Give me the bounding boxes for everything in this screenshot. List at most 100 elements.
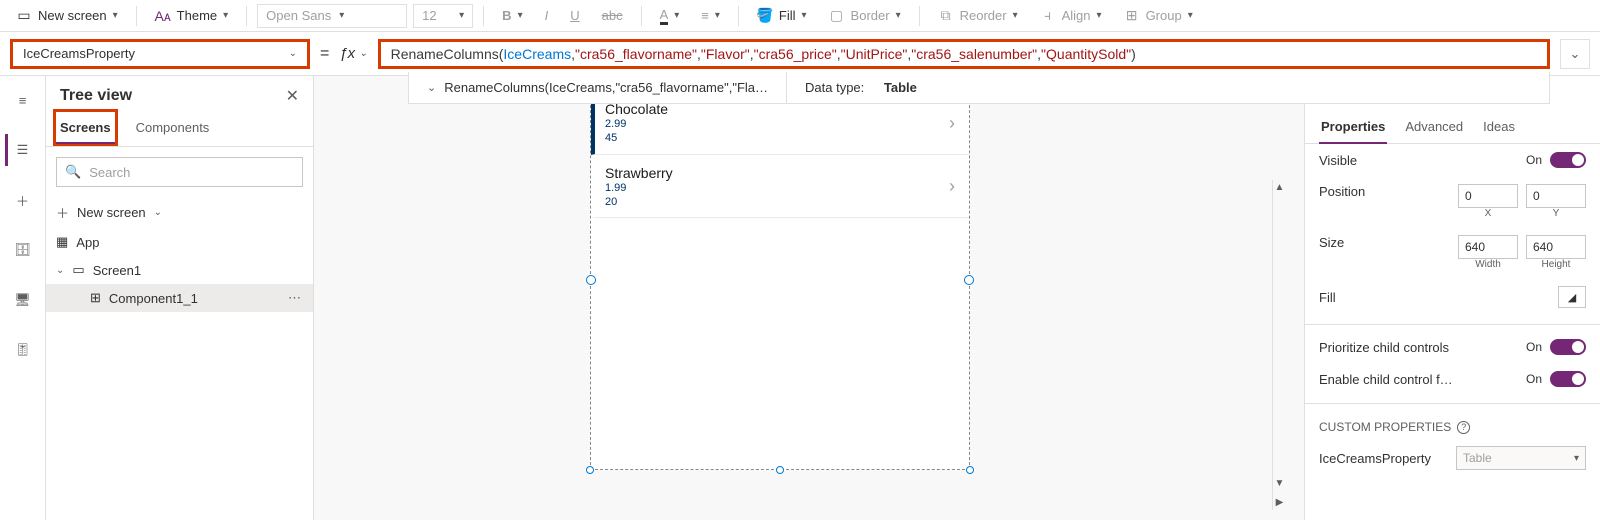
tab-screens[interactable]: Screens [56, 112, 115, 143]
separator [641, 6, 642, 26]
formula-bar: IceCreamsProperty ⌄ = ƒx⌄ RenameColumns(… [0, 32, 1600, 76]
new-screen-label: New screen [77, 205, 146, 220]
scroll-right-icon[interactable]: ▶ [1276, 495, 1284, 510]
sliders-icon: 🎚 [14, 342, 31, 358]
tree-item-component[interactable]: ⊞ Component1_1 ⋯ [46, 284, 313, 312]
datatype-label: Data type: [805, 80, 864, 95]
scroll-up-icon[interactable]: ▲ [1275, 180, 1285, 195]
prioritize-toggle[interactable] [1550, 339, 1586, 355]
chevron-down-icon: ▾ [802, 10, 807, 21]
tab-components[interactable]: Components [132, 112, 214, 146]
data-rail-button[interactable]: 🗄 [7, 234, 39, 266]
tree-tabs: Screens Components [46, 112, 313, 147]
visible-toggle[interactable] [1550, 152, 1586, 168]
fx-source: IceCreams [503, 46, 571, 62]
prop-size: Size 640 640 Width Height [1305, 227, 1600, 278]
new-screen-button[interactable]: ▭ New screen ▾ [8, 4, 126, 28]
tree-view-rail-button[interactable]: ☰ [5, 134, 37, 166]
theme-button[interactable]: Aᴀ Theme ▾ [147, 4, 237, 28]
search-placeholder: Search [89, 165, 130, 180]
new-screen-tree-button[interactable]: ＋ New screen ⌄ [46, 197, 313, 228]
new-screen-label: New screen [38, 8, 107, 23]
separator [919, 6, 920, 26]
underline-button[interactable]: U [562, 4, 587, 27]
enable-child-toggle[interactable] [1550, 371, 1586, 387]
custom-prop-row: IceCreamsProperty Table ▾ [1305, 438, 1600, 478]
custom-prop-type-select[interactable]: Table ▾ [1456, 446, 1586, 470]
italic-button[interactable]: I [537, 4, 557, 27]
gallery-item[interactable]: Strawberry 1.99 20 › [591, 155, 969, 219]
app-label: App [76, 235, 99, 250]
theme-label: Theme [177, 8, 217, 23]
fill-color-picker[interactable]: ◢ [1558, 286, 1586, 308]
chevron-down-icon: ⌄ [154, 207, 162, 218]
prop-position: Position 0 0 X Y [1305, 176, 1600, 227]
fill-button[interactable]: 🪣 Fill ▾ [749, 4, 815, 28]
formula-hint-text: RenameColumns(IceCreams,"cra56_flavornam… [444, 80, 768, 95]
position-y-input[interactable]: 0 [1526, 184, 1586, 208]
canvas-scrollbar[interactable]: ▲ ▼ ▶ [1272, 180, 1286, 510]
position-x-input[interactable]: 0 [1458, 184, 1518, 208]
tab-properties[interactable]: Properties [1319, 111, 1387, 144]
hamburger-button[interactable]: ≡ [7, 84, 39, 116]
border-button[interactable]: ▢ Border ▾ [821, 4, 909, 28]
fill-label: Fill [1319, 290, 1336, 305]
group-icon: ⊞ [1124, 8, 1140, 24]
screen1-label: Screen1 [93, 263, 141, 278]
formula-hint-breadcrumb[interactable]: ⌄ RenameColumns(IceCreams,"cra56_flavorn… [409, 72, 787, 103]
border-label: Border [851, 8, 890, 23]
design-canvas[interactable]: Chocolate 2.99 45 › Strawberry 1.99 20 ›… [314, 76, 1304, 520]
tree-item-screen1[interactable]: ⌄ ▭ Screen1 [46, 256, 313, 284]
font-size-select[interactable]: 12 ▾ [413, 4, 473, 28]
property-dropdown[interactable]: IceCreamsProperty ⌄ [10, 39, 310, 69]
prop-fill: Fill ◢ [1305, 278, 1600, 316]
chevron-down-icon: ⌄ [289, 48, 297, 59]
x-label: X [1458, 208, 1518, 219]
height-input[interactable]: 640 [1526, 235, 1586, 259]
resize-handle[interactable] [966, 466, 974, 474]
width-label: Width [1458, 259, 1518, 270]
media-rail-button[interactable]: 🖥 [7, 284, 39, 316]
settings-rail-button[interactable]: 🎚 [7, 334, 39, 366]
scroll-down-icon[interactable]: ▼ [1275, 476, 1285, 491]
fx-label[interactable]: ƒx⌄ [339, 45, 367, 62]
close-icon[interactable]: ✕ [286, 86, 299, 106]
format-ribbon: ▭ New screen ▾ Aᴀ Theme ▾ Open Sans ▾ 12… [0, 0, 1600, 32]
toggle-on-label: On [1526, 153, 1542, 167]
chevron-right-icon[interactable]: › [949, 176, 955, 197]
info-icon[interactable]: ? [1457, 421, 1470, 434]
insert-rail-button[interactable]: ＋ [7, 184, 39, 216]
item-price: 1.99 [605, 181, 949, 195]
tab-advanced[interactable]: Advanced [1403, 111, 1465, 143]
strikethrough-button[interactable]: abc [594, 4, 631, 27]
formula-expand-button[interactable]: ⌄ [1560, 39, 1590, 69]
width-input[interactable]: 640 [1458, 235, 1518, 259]
tab-ideas[interactable]: Ideas [1481, 111, 1517, 143]
plus-icon: ＋ [56, 203, 69, 222]
y-label: Y [1526, 208, 1586, 219]
resize-handle[interactable] [586, 466, 594, 474]
align-icon: ⫞ [1040, 8, 1056, 24]
group-button[interactable]: ⊞ Group ▾ [1116, 4, 1201, 28]
chevron-down-icon: ⌄ [56, 265, 64, 276]
devices-icon: 🖥 [14, 292, 31, 308]
selected-component[interactable]: Chocolate 2.99 45 › Strawberry 1.99 20 › [590, 90, 970, 470]
tree-item-app[interactable]: ▦ App [46, 228, 313, 256]
resize-handle[interactable] [776, 466, 784, 474]
separator [246, 6, 247, 26]
more-icon[interactable]: ⋯ [288, 290, 303, 306]
chevron-right-icon[interactable]: › [949, 113, 955, 134]
text-align-button[interactable]: ≡▾ [693, 4, 728, 27]
font-family-value: Open Sans [266, 8, 331, 23]
app-icon: ▦ [56, 234, 68, 250]
formula-input[interactable]: RenameColumns(IceCreams,"cra56_flavornam… [378, 39, 1550, 69]
formula-hint-bar: ⌄ RenameColumns(IceCreams,"cra56_flavorn… [408, 72, 1550, 104]
font-color-button[interactable]: A▾ [652, 3, 688, 29]
separator [738, 6, 739, 26]
bold-button[interactable]: B▾ [494, 4, 530, 27]
font-family-select[interactable]: Open Sans ▾ [257, 4, 407, 28]
reorder-button[interactable]: ⧉ Reorder ▾ [930, 4, 1026, 28]
tree-search-input[interactable]: 🔍 Search [56, 157, 303, 187]
align-button[interactable]: ⫞ Align ▾ [1032, 4, 1110, 28]
fill-label: Fill [779, 8, 796, 23]
